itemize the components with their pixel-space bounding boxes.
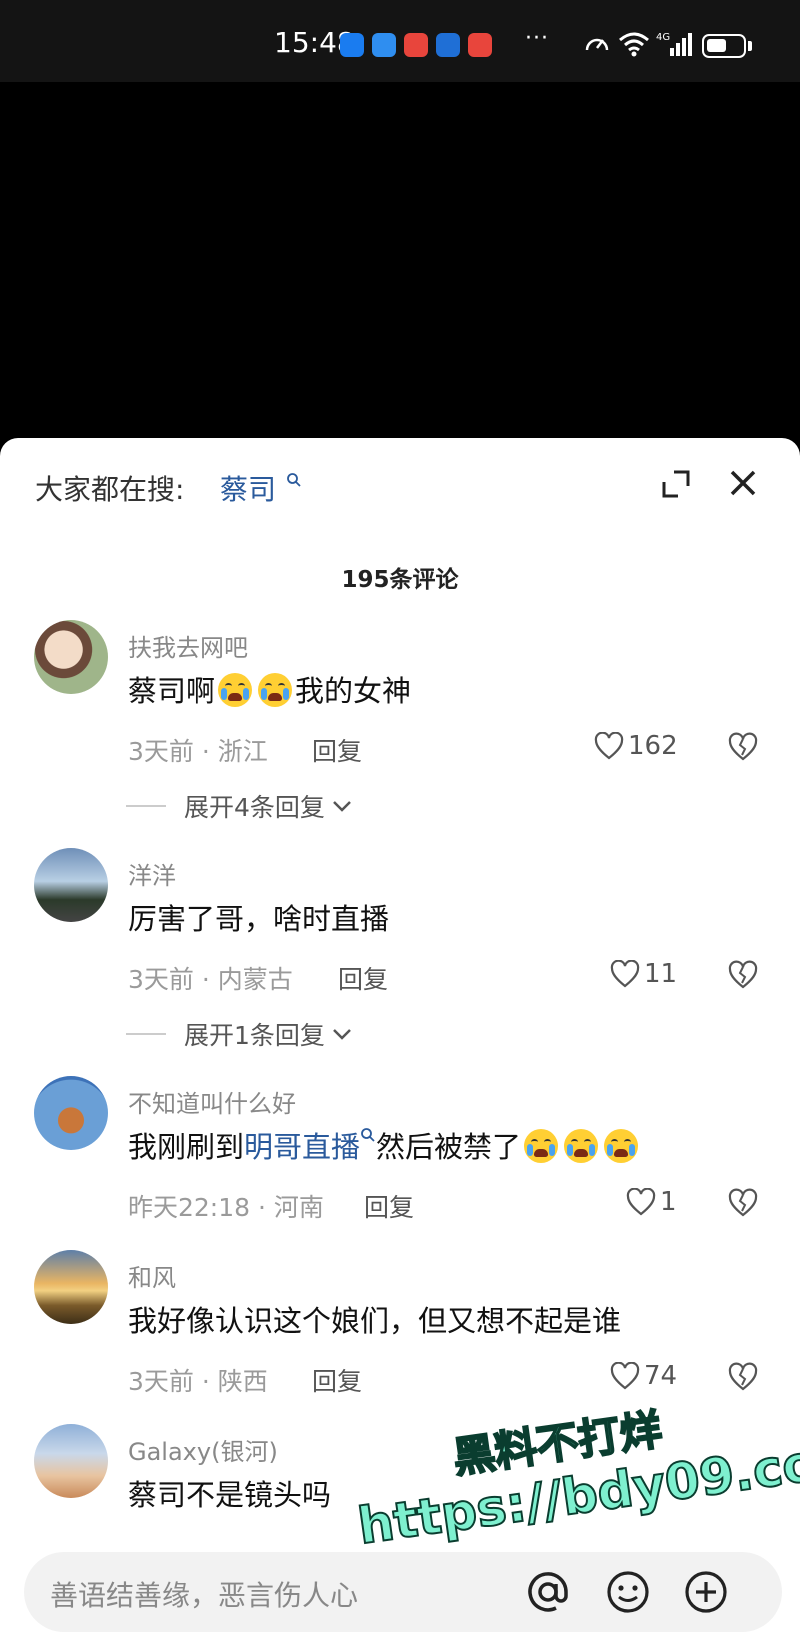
like-count: 11: [644, 959, 678, 989]
comment-username[interactable]: Galaxy(银河): [128, 1432, 278, 1467]
heart-icon: [610, 960, 640, 988]
comment-username[interactable]: 不知道叫什么好: [128, 1084, 296, 1119]
crying-laughing-emoji-icon: [524, 1129, 559, 1163]
like-button[interactable]: 74: [610, 1360, 677, 1392]
comment-time-location: 3天前 · 内蒙古: [128, 965, 293, 994]
status-bar: 15:48 ··· 4G: [0, 0, 800, 82]
shopping-app-icon: [468, 33, 492, 57]
message-app-icon: [340, 33, 364, 57]
heart-icon: [594, 732, 624, 760]
comment-item: 和风 我好像认识这个娘们，但又想不起是谁 3天前 · 陕西 回复 74: [0, 1250, 800, 1400]
comment-username[interactable]: 和风: [128, 1258, 176, 1293]
comment-time-location: 昨天22:18 · 河南: [128, 1193, 324, 1222]
crying-laughing-emoji-icon: [604, 1129, 639, 1163]
comment-text: 蔡司不是镜头吗: [128, 1478, 332, 1512]
expand-replies-label: 展开1条回复: [184, 1021, 325, 1050]
close-icon[interactable]: [726, 466, 760, 500]
more-notifications-icon: ···: [525, 26, 549, 51]
reply-button[interactable]: 回复: [312, 1362, 362, 1398]
avatar[interactable]: [34, 1424, 108, 1498]
comment-item: 不知道叫什么好 我刚刷到明哥直播 然后被禁了 昨天22:18 · 河南 回复 1: [0, 1076, 800, 1226]
search-keyword-link[interactable]: 明哥直播: [244, 1130, 360, 1164]
comment-text-part: 我的女神: [295, 674, 412, 708]
reply-button[interactable]: 回复: [312, 732, 362, 768]
search-icon[interactable]: [286, 472, 302, 488]
speed-icon: [585, 38, 609, 51]
comment-text: 厉害了哥，啥时直播: [128, 902, 390, 936]
plus-icon[interactable]: [682, 1568, 730, 1616]
broken-heart-icon[interactable]: [728, 1188, 758, 1218]
divider: [126, 1033, 166, 1035]
comment-text: 蔡司啊 我的女神: [128, 668, 411, 710]
heart-icon: [610, 1362, 640, 1390]
expand-replies-button[interactable]: 展开1条回复: [126, 1016, 353, 1052]
heart-icon: [626, 1188, 656, 1216]
store-app-icon: [404, 33, 428, 57]
avatar[interactable]: [34, 848, 108, 922]
comment-text-part: 我刚刷到: [128, 1130, 245, 1164]
comment-input-placeholder: 善语结善缘，恶言伤人心: [50, 1579, 359, 1612]
like-count: 162: [628, 731, 678, 761]
avatar[interactable]: [34, 1076, 108, 1150]
like-button[interactable]: 11: [610, 958, 677, 990]
comment-time-location: 3天前 · 陕西: [128, 1367, 268, 1396]
expand-replies-button[interactable]: 展开4条回复: [126, 788, 353, 824]
comment-count: 195条评论: [341, 567, 459, 593]
broken-heart-icon[interactable]: [728, 960, 758, 990]
like-count: 1: [660, 1187, 677, 1217]
avatar[interactable]: [34, 1250, 108, 1324]
search-icon[interactable]: [360, 1127, 376, 1143]
network-label: 4G: [656, 32, 670, 43]
comment-item: 扶我去网吧 蔡司啊 我的女神 3天前 · 浙江 回复 162 展开4条回复: [0, 620, 800, 822]
comment-text: 我刚刷到明哥直播 然后被禁了: [128, 1124, 641, 1166]
comment-time-location: 3天前 · 浙江: [128, 737, 268, 766]
avatar[interactable]: [34, 620, 108, 694]
like-button[interactable]: 162: [594, 730, 678, 762]
broken-heart-icon[interactable]: [728, 1362, 758, 1392]
comment-item: Galaxy(银河) 蔡司不是镜头吗: [0, 1424, 800, 1524]
comment-username[interactable]: 扶我去网吧: [128, 628, 248, 663]
signal-icon: 4G: [656, 32, 692, 56]
chevron-down-icon: [333, 801, 351, 812]
fullscreen-icon[interactable]: [660, 468, 692, 500]
at-icon[interactable]: [524, 1568, 572, 1616]
comment-text-part: 然后被禁了: [376, 1130, 522, 1164]
shield-app-icon: [372, 33, 396, 57]
divider: [126, 805, 166, 807]
chevron-down-icon: [333, 1029, 351, 1040]
search-term-link[interactable]: 蔡司: [220, 468, 276, 508]
emoji-icon[interactable]: [604, 1568, 652, 1616]
reply-button[interactable]: 回复: [364, 1188, 414, 1224]
battery-fill: [707, 39, 726, 52]
comment-text: 我好像认识这个娘们，但又想不起是谁: [128, 1304, 622, 1338]
comment-input[interactable]: 善语结善缘，恶言伤人心: [24, 1552, 782, 1632]
comment-text-part: 蔡司啊: [128, 674, 216, 708]
wifi-icon: [619, 32, 649, 57]
battery-icon: [702, 34, 746, 58]
like-count: 74: [644, 1361, 678, 1391]
search-hint-label: 大家都在搜:: [35, 473, 185, 506]
comment-sheet: 大家都在搜: 蔡司 195条评论 扶我去网吧 蔡司啊 我的女神 3天前 · 浙江 …: [0, 438, 800, 1648]
crying-emoji-icon: [258, 673, 293, 707]
comment-item: 洋洋 厉害了哥，啥时直播 3天前 · 内蒙古 回复 11 展开1条回复: [0, 848, 800, 1050]
broken-heart-icon[interactable]: [728, 732, 758, 762]
like-button[interactable]: 1: [626, 1186, 677, 1218]
video-player[interactable]: [0, 82, 800, 442]
battery-tip: [748, 41, 752, 51]
crying-emoji-icon: [218, 673, 253, 707]
globe-app-icon: [436, 33, 460, 57]
reply-button[interactable]: 回复: [338, 960, 388, 996]
expand-replies-label: 展开4条回复: [184, 793, 325, 822]
comment-username[interactable]: 洋洋: [128, 856, 176, 891]
crying-laughing-emoji-icon: [564, 1129, 599, 1163]
